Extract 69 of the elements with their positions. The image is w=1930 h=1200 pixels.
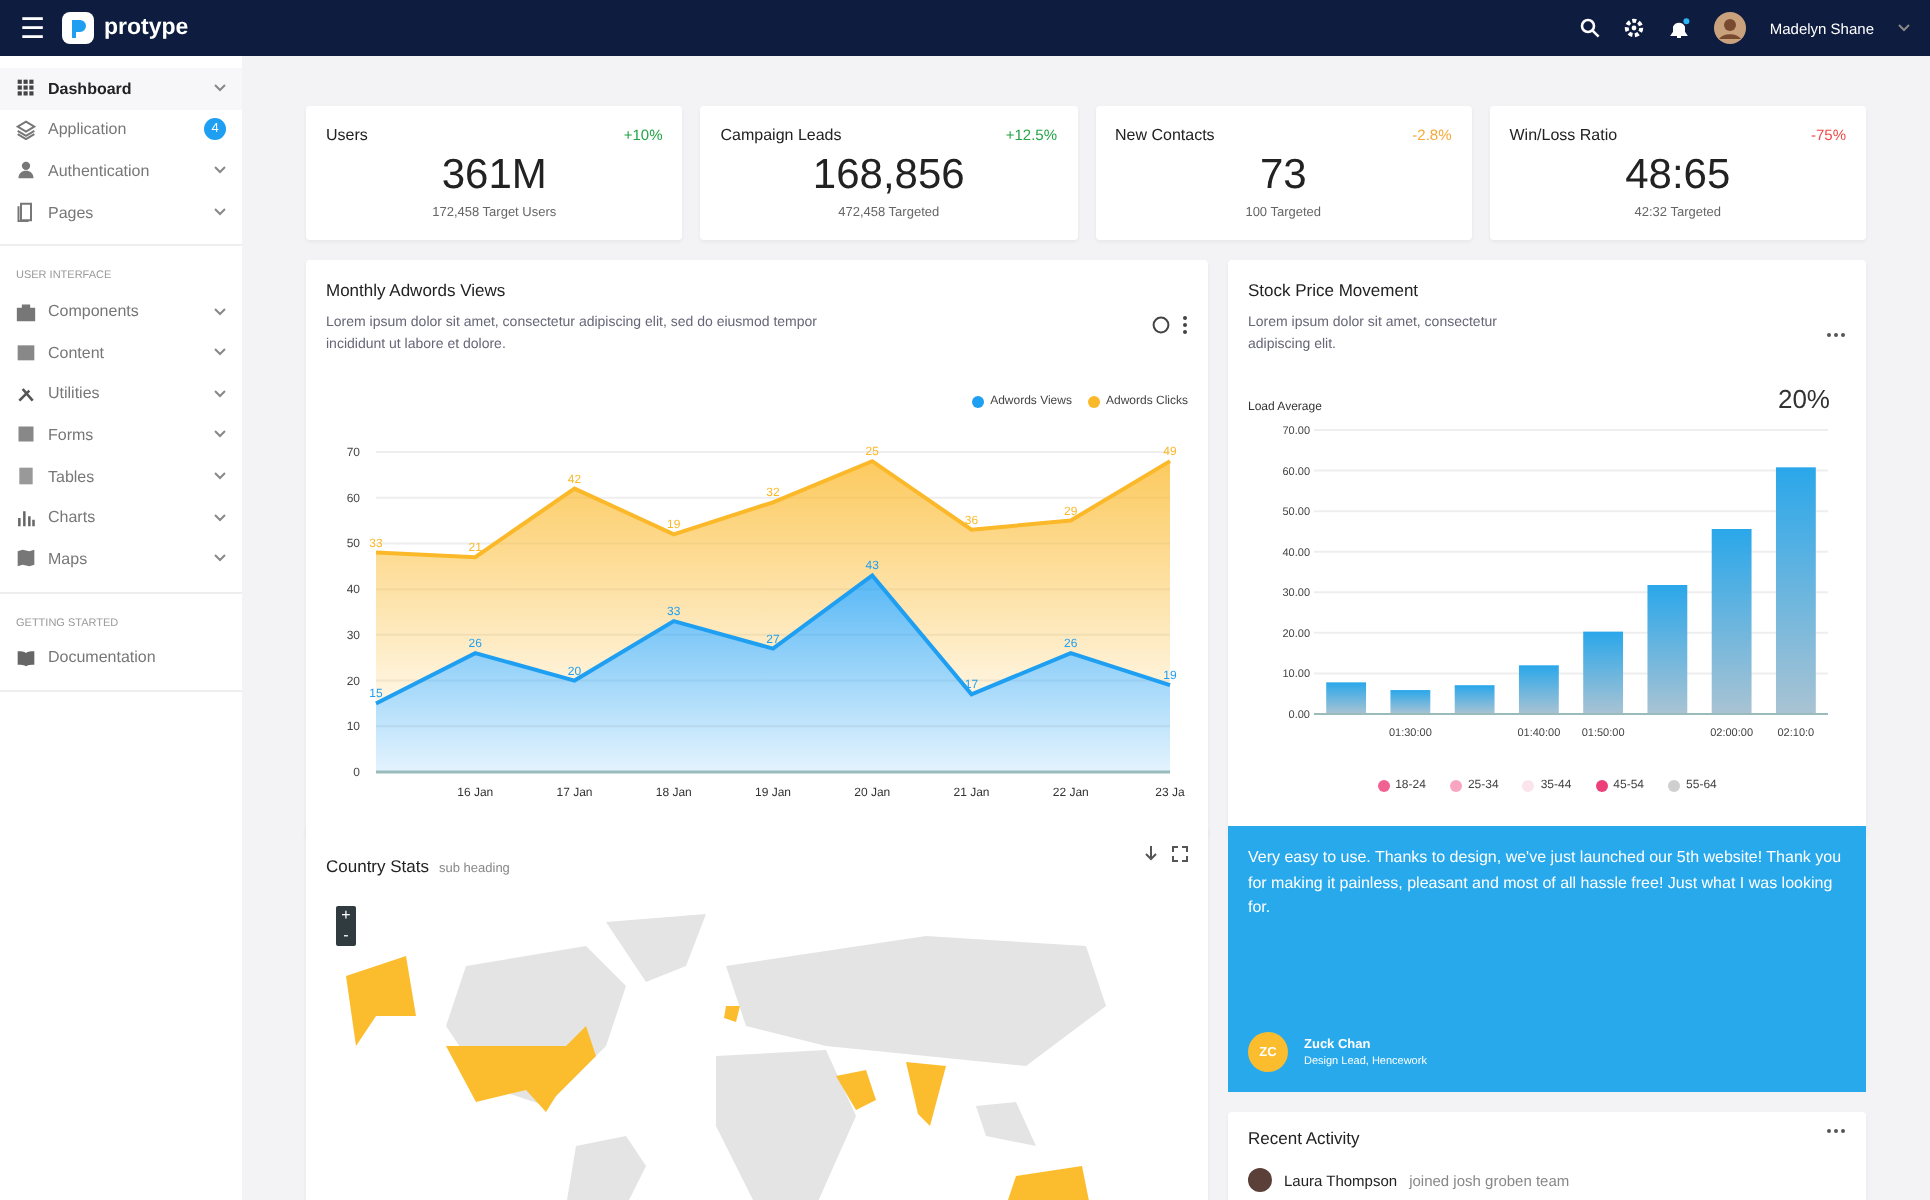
sidebar-item-label: Application bbox=[48, 120, 129, 139]
bar bbox=[1326, 682, 1367, 714]
card-title: Country Stats bbox=[326, 856, 429, 876]
sidebar-item[interactable]: Maps bbox=[0, 537, 242, 580]
sidebar-item-label: Dashboard bbox=[48, 79, 134, 98]
sidebar-item-label: Charts bbox=[48, 508, 98, 527]
stat-value: 361M bbox=[439, 152, 549, 200]
sidebar-item[interactable]: Components bbox=[0, 290, 242, 332]
sidebar-item[interactable]: Charts bbox=[0, 496, 242, 538]
sidebar-item[interactable]: Pages bbox=[0, 191, 242, 233]
sidebar-item[interactable]: Authentication bbox=[0, 150, 242, 192]
brand-name: protype bbox=[104, 16, 189, 40]
layers-icon bbox=[16, 119, 36, 140]
stat-value: 73 bbox=[1257, 152, 1309, 200]
sidebar-item-label: Pages bbox=[48, 203, 96, 222]
pages-icon bbox=[16, 202, 36, 223]
sidebar-item-label: Content bbox=[48, 343, 107, 362]
bar bbox=[1390, 690, 1431, 714]
sidebar-item[interactable]: Content bbox=[0, 331, 242, 374]
zoom-in-button[interactable]: + bbox=[336, 906, 356, 926]
bell-icon[interactable] bbox=[1667, 17, 1690, 39]
circle-icon[interactable] bbox=[1152, 316, 1170, 334]
more-icon[interactable] bbox=[1826, 332, 1846, 338]
bar bbox=[1454, 685, 1495, 714]
stat-title: Campaign Leads bbox=[720, 126, 842, 144]
card-title: Recent Activity bbox=[1248, 1128, 1360, 1148]
avatar-icon bbox=[1248, 1168, 1272, 1192]
testimonial-quote: Very easy to use. Thanks to design, we've just launched our 5th website! Thank you for making it painless, pleasant and most of all hassle free! Just what I was looking for. bbox=[1248, 846, 1844, 920]
card-title: Monthly Adwords Views bbox=[326, 280, 508, 300]
stat-title: Users bbox=[326, 126, 368, 144]
tools-icon bbox=[16, 383, 36, 404]
fullscreen-icon[interactable] bbox=[1172, 846, 1188, 862]
sidebar-item-label: Documentation bbox=[48, 648, 158, 667]
briefcase-icon bbox=[16, 301, 36, 322]
logo-icon bbox=[62, 12, 94, 44]
sidebar-item-label: Forms bbox=[48, 425, 96, 444]
user-icon bbox=[16, 160, 36, 181]
avatar-icon[interactable] bbox=[1713, 12, 1746, 44]
bar bbox=[1518, 665, 1559, 714]
bar bbox=[1583, 631, 1624, 714]
menu-icon[interactable]: ☰ bbox=[20, 12, 46, 44]
sidebar-item-label: Tables bbox=[48, 467, 97, 486]
download-icon[interactable] bbox=[1144, 846, 1158, 862]
sidebar-item[interactable]: Documentation bbox=[0, 637, 242, 679]
sidebar-item-label: Utilities bbox=[48, 384, 102, 403]
sidebar-item-label: Maps bbox=[48, 549, 90, 568]
stat-title: Win/Loss Ratio bbox=[1509, 126, 1618, 144]
more-vertical-icon[interactable] bbox=[1182, 316, 1188, 334]
sidebar-item-label: Components bbox=[48, 302, 141, 321]
search-icon[interactable] bbox=[1579, 18, 1600, 38]
bar-chart-icon bbox=[16, 507, 36, 528]
sidebar-item[interactable]: Dashboard bbox=[0, 68, 242, 110]
stat-title: New Contacts bbox=[1115, 126, 1215, 144]
zoom-out-button[interactable]: - bbox=[336, 926, 356, 946]
sidebar-item[interactable]: Forms bbox=[0, 414, 242, 456]
chevron-icon bbox=[1898, 24, 1910, 32]
book-icon bbox=[16, 647, 36, 668]
stat-value: 48:65 bbox=[1623, 152, 1733, 200]
grid-icon bbox=[16, 78, 36, 99]
stat-value: 168,856 bbox=[810, 152, 967, 200]
metric-value: 20% bbox=[1777, 384, 1830, 414]
settings-icon[interactable] bbox=[1623, 18, 1644, 38]
sidebar-item[interactable]: Utilities bbox=[0, 373, 242, 415]
map-icon bbox=[16, 548, 36, 569]
sidebar-item-label: Authentication bbox=[48, 161, 152, 180]
sidebar-item[interactable]: Tables bbox=[0, 455, 242, 497]
more-icon[interactable] bbox=[1826, 1128, 1846, 1134]
bar bbox=[1647, 585, 1688, 714]
card-title: Stock Price Movement bbox=[1248, 280, 1421, 300]
